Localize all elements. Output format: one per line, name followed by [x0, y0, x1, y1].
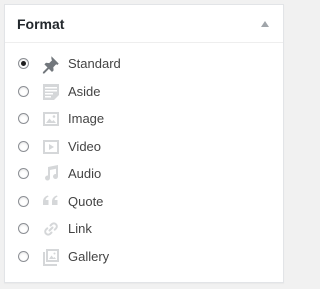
video-icon — [41, 137, 61, 157]
aside-icon — [41, 82, 61, 102]
gallery-icon — [41, 247, 61, 267]
format-option-aside[interactable]: Aside — [5, 79, 283, 107]
format-option-link[interactable]: Link — [5, 216, 283, 244]
format-option-image[interactable]: Image — [5, 106, 283, 134]
format-label: Gallery — [68, 248, 110, 264]
radio-image[interactable] — [18, 113, 29, 124]
link-icon — [41, 219, 61, 239]
format-label: Aside — [68, 83, 101, 99]
panel-header[interactable]: Format — [5, 5, 283, 43]
format-panel: Format Standard Aside Image Video Audio … — [4, 4, 284, 283]
format-option-audio[interactable]: Audio — [5, 161, 283, 189]
radio-gallery[interactable] — [18, 250, 29, 262]
format-label: Video — [68, 138, 102, 154]
arrow-up-icon[interactable] — [261, 21, 269, 27]
format-label: Quote — [68, 193, 104, 209]
radio-link[interactable] — [18, 223, 29, 234]
format-option-gallery[interactable]: Gallery — [5, 244, 283, 272]
radio-standard[interactable] — [18, 58, 29, 69]
format-label: Image — [68, 111, 105, 126]
format-label: Link — [68, 221, 92, 236]
quote-icon — [41, 192, 61, 212]
panel-title: Format — [17, 16, 65, 32]
format-option-quote[interactable]: Quote — [5, 189, 283, 217]
format-label: Standard — [68, 56, 121, 71]
audio-icon — [41, 164, 61, 184]
image-icon — [41, 109, 61, 129]
format-label: Audio — [68, 166, 102, 181]
radio-video[interactable] — [18, 140, 29, 152]
format-list: Standard Aside Image Video Audio Quote L… — [5, 51, 283, 271]
radio-quote[interactable] — [18, 195, 29, 207]
radio-aside[interactable] — [18, 85, 29, 97]
format-option-video[interactable]: Video — [5, 134, 283, 162]
radio-audio[interactable] — [18, 168, 29, 179]
format-option-standard[interactable]: Standard — [5, 51, 283, 79]
pin-icon — [41, 54, 61, 74]
